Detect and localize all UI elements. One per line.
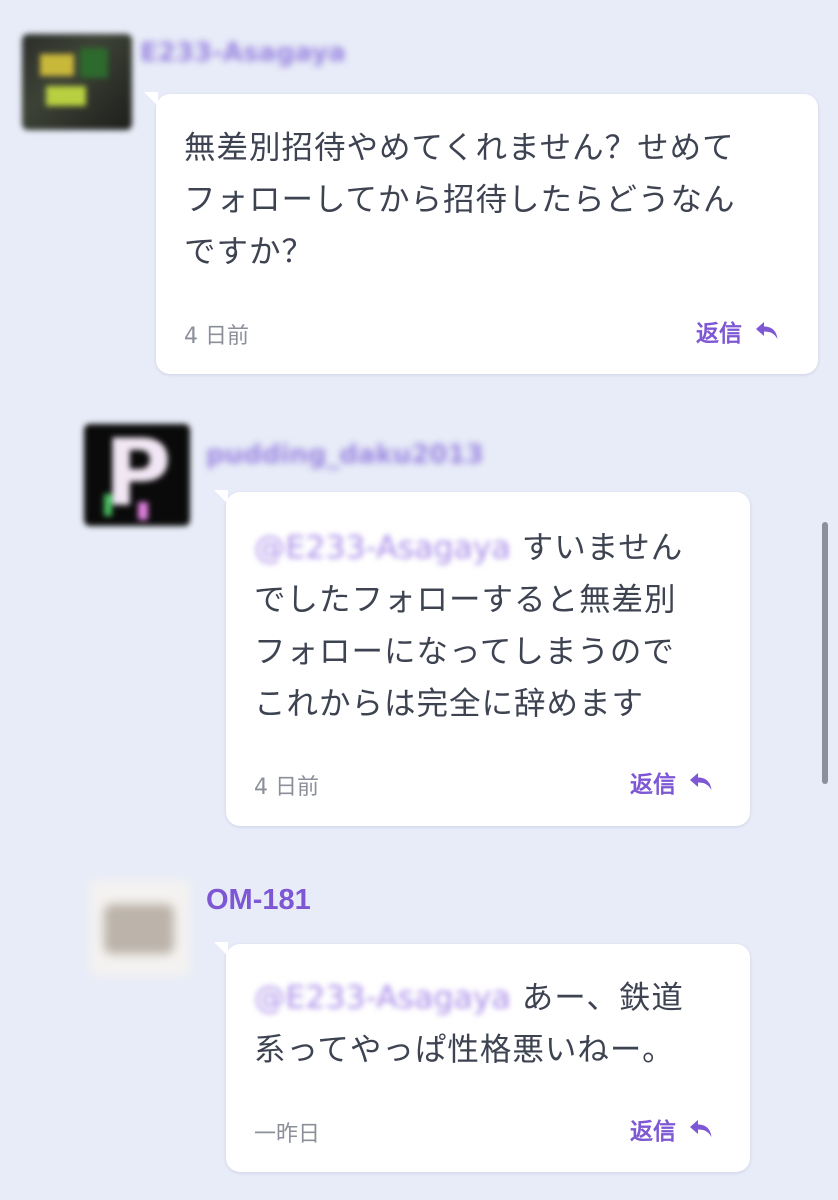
comment-text-rest: 系ってやっぱ性格悪いねー。 [254,1032,675,1068]
mention-link[interactable]: @E233-Asagaya [254,522,511,574]
comment-text-first: あー、鉄道 [521,980,684,1016]
reply-button[interactable]: 返信 [630,765,714,799]
comment-text-rest: でしたフォローすると無差別 フォローになってしまうので これからは完全に辞めます [254,582,677,722]
comment-time: 4 日前 [254,775,319,800]
avatar[interactable] [22,34,132,130]
reply-label: 返信 [696,321,742,347]
mention-link[interactable]: @E233-Asagaya [254,972,511,1024]
comment-text: 無差別招待やめてくれません？せめて フォローしてから招待したらどうなん ですか？ [184,130,736,270]
comment-bubble: 無差別招待やめてくれません？せめて フォローしてから招待したらどうなん ですか？… [144,92,818,374]
comment-bubble: @E233-Asagaya あー、鉄道 系ってやっぱ性格悪いねー。 一昨日 返信 [214,942,750,1172]
reply-arrow-icon [754,320,780,342]
reply-arrow-icon [688,771,714,793]
comment-time: 4 日前 [184,324,249,349]
comment-bubble: @E233-Asagaya すいません でしたフォローすると無差別 フォローにな… [214,490,750,826]
comment-text-first: すいません [521,530,684,566]
reply-label: 返信 [630,1119,676,1145]
avatar[interactable] [90,880,190,976]
reply-label: 返信 [630,772,676,798]
reply-arrow-icon [688,1118,714,1140]
comment-text: @E233-Asagaya あー、鉄道 系ってやっぱ性格悪いねー。 [254,972,744,1076]
reply-button[interactable]: 返信 [630,1112,714,1146]
comment-time: 一昨日 [254,1122,321,1147]
username[interactable]: pudding_daku2013 [206,440,484,470]
username[interactable]: OM-181 [206,884,311,917]
username[interactable]: E233-Asagaya [140,38,346,68]
comment-text: @E233-Asagaya すいません でしたフォローすると無差別 フォローにな… [254,522,744,730]
reply-button[interactable]: 返信 [696,314,780,348]
avatar[interactable]: P [84,424,190,526]
scrollbar[interactable] [822,522,828,784]
